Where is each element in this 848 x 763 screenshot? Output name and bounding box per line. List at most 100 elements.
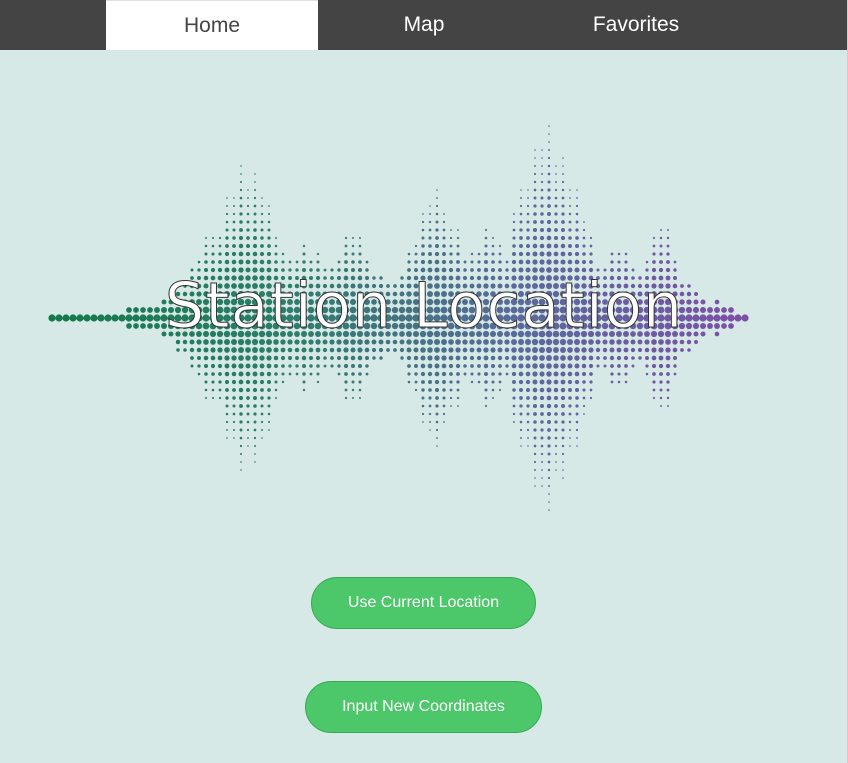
wave-dot xyxy=(560,395,566,401)
wave-dot xyxy=(231,379,237,385)
wave-dot xyxy=(358,388,362,392)
wave-dot xyxy=(470,260,474,264)
wave-dot xyxy=(260,220,264,224)
wave-dot xyxy=(455,355,461,361)
wave-dot xyxy=(624,252,628,256)
wave-dot xyxy=(519,396,523,400)
wave-dot xyxy=(436,445,438,447)
wave-dot xyxy=(498,244,502,248)
wave-dot xyxy=(497,347,503,353)
wave-dot xyxy=(246,204,250,208)
wave-dot xyxy=(421,412,425,416)
wave-dot xyxy=(274,372,278,376)
wave-dot xyxy=(490,363,496,369)
wave-dot xyxy=(357,355,363,361)
tab-map[interactable]: Map xyxy=(318,0,530,50)
wave-dot xyxy=(596,364,600,368)
wave-dot xyxy=(520,197,522,199)
wave-dot xyxy=(518,259,524,265)
wave-dot xyxy=(238,243,244,249)
wave-dot xyxy=(610,364,614,368)
wave-dot xyxy=(548,133,550,135)
nav-right-spacer xyxy=(742,0,848,50)
wave-dot xyxy=(560,371,566,377)
wave-dot xyxy=(491,236,495,240)
wave-dot xyxy=(539,251,545,257)
wave-dot xyxy=(525,379,531,385)
wave-dot xyxy=(450,229,452,231)
wave-dot xyxy=(518,379,524,385)
wave-dot xyxy=(526,428,530,432)
wave-dot xyxy=(434,259,440,265)
wave-dot xyxy=(288,364,292,368)
wave-dot xyxy=(562,477,564,479)
wave-dot xyxy=(539,355,545,361)
wave-dot xyxy=(267,220,271,224)
wave-dot xyxy=(546,251,552,257)
wave-dot xyxy=(273,363,279,369)
wave-dot xyxy=(539,395,545,401)
wave-dot xyxy=(574,347,580,353)
wave-dot xyxy=(511,347,517,353)
wave-dot xyxy=(246,244,250,248)
wave-dot xyxy=(511,355,517,361)
wave-dot xyxy=(546,227,552,233)
wave-dot xyxy=(245,371,251,377)
tab-favorites[interactable]: Favorites xyxy=(530,0,742,50)
wave-dot xyxy=(518,251,524,257)
wave-dot xyxy=(548,485,550,487)
wave-dot xyxy=(533,188,537,192)
wave-dot xyxy=(442,244,446,248)
wave-dot xyxy=(575,204,579,208)
wave-dot xyxy=(267,404,271,408)
wave-dot xyxy=(645,356,649,360)
wave-dot xyxy=(540,172,544,176)
wave-dot xyxy=(583,221,585,223)
wave-dot xyxy=(435,236,439,240)
wave-dot xyxy=(266,363,272,369)
wave-dot xyxy=(414,380,418,384)
wave-dot xyxy=(337,260,341,264)
wave-dot xyxy=(441,371,447,377)
wave-dot xyxy=(247,445,249,447)
wave-dot xyxy=(533,180,537,184)
wave-dot xyxy=(315,347,321,353)
wave-dot xyxy=(568,396,572,400)
wave-dot xyxy=(224,347,230,353)
wave-dot xyxy=(421,380,425,384)
wave-dot xyxy=(259,347,265,353)
wave-dot xyxy=(252,243,258,249)
wave-dot xyxy=(294,347,300,353)
wave-dot xyxy=(463,260,467,264)
wave-dot xyxy=(413,347,419,353)
wave-dot xyxy=(252,259,258,265)
wave-dot xyxy=(555,165,557,167)
wave-dot xyxy=(239,228,243,232)
wave-dot xyxy=(520,445,522,447)
wave-dot xyxy=(226,437,228,439)
wave-dot xyxy=(281,372,285,376)
wave-dot xyxy=(245,355,251,361)
tab-home[interactable]: Home xyxy=(106,0,318,50)
wave-dot xyxy=(532,227,538,233)
wave-dot xyxy=(232,244,236,248)
input-new-coordinates-button[interactable]: Input New Coordinates xyxy=(305,681,542,733)
wave-dot xyxy=(442,252,446,256)
wave-dot xyxy=(238,235,244,241)
wave-dot xyxy=(651,363,657,369)
wave-dot xyxy=(548,125,550,127)
wave-dot xyxy=(588,347,594,353)
wave-dot xyxy=(275,237,277,239)
wave-dot xyxy=(456,244,460,248)
wave-dot xyxy=(574,363,580,369)
wave-dot xyxy=(246,428,250,432)
wave-dot xyxy=(518,371,524,377)
wave-dot xyxy=(204,260,208,264)
nav-left-spacer xyxy=(0,0,106,50)
wave-dot xyxy=(330,364,334,368)
wave-dot xyxy=(420,371,426,377)
wave-dot xyxy=(238,347,244,353)
wave-dot xyxy=(253,420,257,424)
wave-dot xyxy=(442,236,446,240)
use-current-location-button[interactable]: Use Current Location xyxy=(311,577,536,629)
